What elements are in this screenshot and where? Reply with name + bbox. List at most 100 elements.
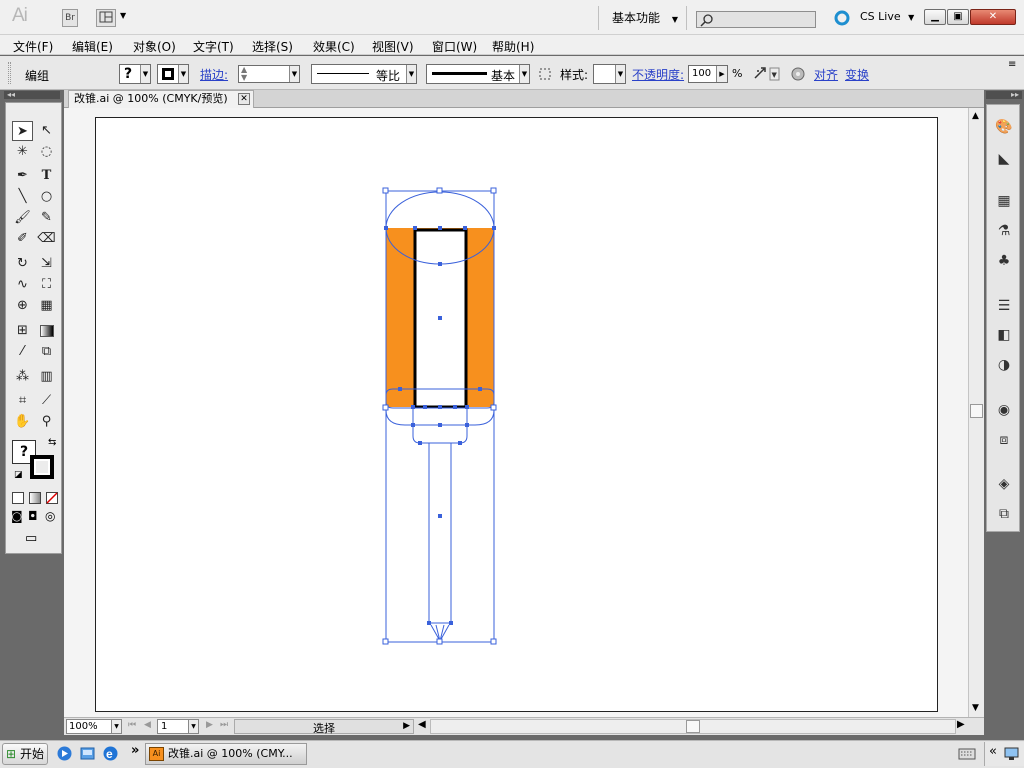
maximize-button[interactable]: ▣ [947, 9, 969, 25]
taskbar-more-icon[interactable]: » [131, 743, 139, 758]
artboards-panel-icon[interactable]: ⧉ [994, 504, 1014, 524]
keyboard-icon[interactable] [958, 747, 976, 761]
grip-handle[interactable] [8, 62, 11, 84]
artboard-tool-icon[interactable]: ⌗ [12, 391, 33, 411]
default-colors-icon[interactable]: ◪ [14, 470, 23, 480]
menu-type[interactable]: 文字(T) [193, 38, 234, 55]
previous-artboard-icon[interactable]: ◀ [144, 720, 151, 730]
minimize-button[interactable]: ▁ [924, 9, 946, 25]
vertical-scrollbar[interactable]: ▲ ▼ [968, 108, 984, 717]
artboard[interactable] [95, 117, 938, 712]
scroll-up-icon[interactable]: ▲ [972, 111, 979, 121]
magic-wand-tool-icon[interactable]: ✳ [12, 142, 33, 162]
stroke-color-box[interactable] [30, 455, 54, 479]
dock-expand-bar[interactable]: ▸▸ [986, 91, 1022, 99]
zoom-tool-icon[interactable]: ⚲ [36, 412, 57, 432]
column-graph-tool-icon[interactable]: ▥ [36, 367, 57, 387]
blob-brush-tool-icon[interactable]: ✐ [12, 229, 33, 249]
show-desktop-icon[interactable] [79, 745, 96, 762]
gradient-mode-icon[interactable] [29, 492, 41, 504]
scale-tool-icon[interactable]: ⇲ [36, 254, 57, 274]
brushes-panel-icon[interactable]: ⚗ [994, 221, 1014, 241]
paintbrush-tool-icon[interactable]: 🖌 [12, 208, 33, 228]
select-similar-icon[interactable]: ▼ [752, 66, 780, 82]
search-input[interactable] [696, 11, 816, 28]
next-artboard-icon[interactable]: ▶ [206, 720, 213, 730]
draw-behind-icon[interactable]: ◘ [28, 509, 38, 523]
status-info-menu[interactable]: 选择 ▶ [234, 719, 414, 735]
menu-effect[interactable]: 效果(C) [313, 38, 355, 55]
menu-help[interactable]: 帮助(H) [492, 38, 534, 55]
transparency-panel-icon[interactable]: ◑ [994, 355, 1014, 375]
opacity-input[interactable]: 100 ▶ [688, 65, 728, 83]
workspace-switcher[interactable]: 基本功能 ▼ [612, 9, 678, 26]
mesh-tool-icon[interactable]: ⊞ [12, 321, 33, 341]
taskbar-item-illustrator[interactable]: Ai 改锥.ai @ 100% (CMY... [145, 743, 307, 765]
menu-object[interactable]: 对象(O) [133, 38, 176, 55]
hand-tool-icon[interactable]: ✋ [12, 412, 33, 432]
gradient-tool-icon[interactable] [36, 321, 57, 341]
draw-inside-icon[interactable]: ◎ [45, 509, 55, 523]
close-tab-icon[interactable]: ✕ [238, 93, 250, 105]
horizontal-scrollbar[interactable] [430, 719, 956, 734]
none-mode-icon[interactable] [46, 492, 58, 504]
draw-normal-icon[interactable]: ◙ [11, 509, 23, 523]
brush-definition[interactable]: 基本 ▼ [426, 64, 530, 84]
fill-swatch[interactable]: ? ▼ [119, 64, 151, 84]
type-tool-icon[interactable]: T [36, 166, 57, 186]
selection-tool-icon[interactable]: ➤ [12, 121, 33, 141]
stroke-swatch[interactable]: ▼ [157, 64, 189, 84]
stroke-weight-field[interactable]: ▲ ▼ ▼ [238, 65, 300, 83]
bridge-button[interactable]: Br [62, 9, 78, 27]
scroll-right-icon[interactable]: ▶ [957, 719, 965, 730]
document-tab[interactable]: 改锥.ai @ 100% (CMYK/预览) [68, 90, 254, 108]
gradient-panel-icon[interactable]: ◧ [994, 325, 1014, 345]
symbol-sprayer-tool-icon[interactable]: ⁂ [12, 367, 33, 387]
color-mode-icon[interactable] [12, 492, 24, 504]
swatches-panel-icon[interactable]: ▦ [994, 191, 1014, 211]
cs-live-menu[interactable]: CS Live ▼ [860, 10, 914, 23]
artboard-number-select[interactable]: 1 ▼ [157, 719, 199, 734]
symbols-panel-icon[interactable]: ♣ [994, 251, 1014, 271]
menu-edit[interactable]: 编辑(E) [72, 38, 113, 55]
direct-selection-tool-icon[interactable]: ↖ [36, 121, 57, 141]
variable-width-profile[interactable]: 等比 ▼ [311, 64, 417, 84]
align-link[interactable]: 对齐 [814, 66, 838, 83]
perspective-grid-tool-icon[interactable]: ▦ [36, 296, 57, 316]
scroll-down-icon[interactable]: ▼ [972, 703, 979, 713]
arrange-documents-button[interactable] [96, 9, 116, 27]
menu-window[interactable]: 窗口(W) [432, 38, 477, 55]
warp-tool-icon[interactable]: ∿ [12, 275, 33, 295]
recolor-artwork-icon[interactable] [538, 67, 552, 81]
panel-menu-icon[interactable]: ≡ [1008, 59, 1016, 70]
start-button[interactable]: ⊞ 开始 [2, 743, 48, 765]
first-artboard-icon[interactable]: ⏮ [128, 720, 136, 730]
slice-tool-icon[interactable]: ⟋ [36, 391, 57, 411]
lasso-tool-icon[interactable]: ◌ [36, 142, 57, 162]
blend-tool-icon[interactable]: ⧉ [36, 342, 57, 362]
zoom-select[interactable]: 100% ▼ [66, 719, 122, 734]
tools-collapse-bar[interactable]: ◂◂ [4, 91, 60, 99]
color-guide-icon[interactable]: ◣ [994, 149, 1014, 169]
free-transform-tool-icon[interactable]: ⛶ [36, 275, 57, 295]
media-player-icon[interactable] [56, 745, 73, 762]
layers-panel-icon[interactable]: ◈ [994, 474, 1014, 494]
close-button[interactable]: ✕ [970, 9, 1016, 25]
pen-tool-icon[interactable]: ✒ [12, 166, 33, 186]
tray-expand-icon[interactable]: « [989, 744, 997, 759]
transform-link[interactable]: 变换 [845, 66, 869, 83]
eyedropper-tool-icon[interactable]: ⁄ [12, 342, 33, 362]
menu-select[interactable]: 选择(S) [252, 38, 293, 55]
stroke-panel-icon[interactable]: ☰ [994, 296, 1014, 316]
eraser-tool-icon[interactable]: ⌫ [36, 229, 57, 249]
menu-view[interactable]: 视图(V) [372, 38, 414, 55]
opacity-label[interactable]: 不透明度: [632, 66, 684, 83]
appearance-panel-icon[interactable]: ◉ [994, 400, 1014, 420]
stroke-label[interactable]: 描边: [200, 66, 228, 83]
horizontal-scroll-thumb[interactable] [686, 720, 700, 733]
line-tool-icon[interactable]: ╲ [12, 187, 33, 207]
swap-colors-icon[interactable]: ⇆ [48, 437, 56, 448]
rotate-tool-icon[interactable]: ↻ [12, 254, 33, 274]
graphic-styles-panel-icon[interactable]: ⧈ [994, 430, 1014, 450]
menu-file[interactable]: 文件(F) [13, 38, 53, 55]
